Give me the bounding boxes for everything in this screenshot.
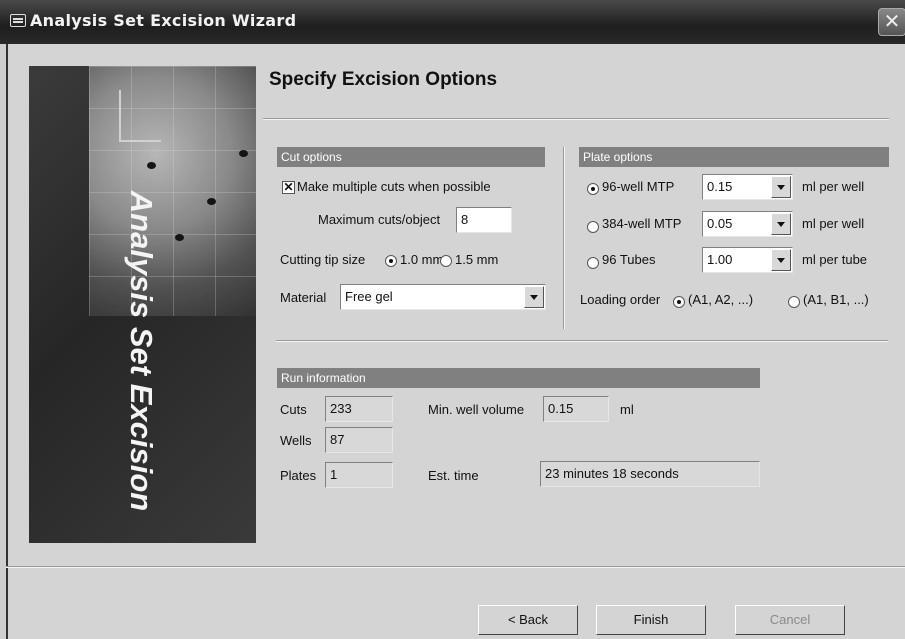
options-separator <box>563 147 565 329</box>
wells-label: Wells <box>280 433 312 448</box>
plate-96-well-value: 0.15 <box>707 179 733 194</box>
cancel-button[interactable]: Cancel <box>735 605 845 635</box>
plate-384-well-volume[interactable]: 0.05 <box>702 211 793 237</box>
plate-384-well-label: 384-well MTP <box>602 216 682 231</box>
loading-order-a1-b1-radio[interactable] <box>788 296 800 308</box>
max-cuts-label: Maximum cuts/object <box>318 212 441 227</box>
plates-value: 1 <box>325 462 393 488</box>
window-icon <box>10 14 26 27</box>
section-divider <box>276 340 888 342</box>
page-title: Specify Excision Options <box>269 69 498 90</box>
loading-order-a1-b1-label: (A1, B1, ...) <box>803 292 869 307</box>
min-well-volume-value: 0.15 <box>543 396 609 422</box>
plate-96-tubes-value: 1.00 <box>707 252 733 267</box>
chevron-down-icon[interactable] <box>771 213 791 235</box>
material-select[interactable]: Free gel <box>340 284 546 310</box>
title-bar: Analysis Set Excision Wizard ✕ <box>0 0 905 44</box>
plates-label: Plates <box>280 468 317 483</box>
loading-order-a1-a2-label: (A1, A2, ...) <box>688 292 754 307</box>
back-button[interactable]: < Back <box>478 605 578 635</box>
material-label: Material <box>280 290 327 305</box>
multiple-cuts-label: Make multiple cuts when possible <box>297 179 491 194</box>
cuts-value: 233 <box>325 396 393 422</box>
heading-divider <box>263 118 889 120</box>
gel-image <box>89 66 256 316</box>
banner-title: Analysis Set Excision <box>124 190 159 512</box>
cuts-label: Cuts <box>280 402 307 417</box>
tip-size-1-0-label: 1.0 mm <box>400 252 444 267</box>
chevron-down-icon[interactable] <box>524 286 544 308</box>
tip-size-1-0-radio[interactable] <box>385 255 397 267</box>
plate-96-tubes-volume[interactable]: 1.00 <box>702 247 793 273</box>
tip-size-1-5-label: 1.5 mm <box>455 252 499 267</box>
loading-order-label: Loading order <box>580 292 661 307</box>
plate-96-well-label: 96-well MTP <box>602 179 675 194</box>
plate-96-tubes-unit: ml per tube <box>802 252 868 267</box>
plate-384-well-unit: ml per well <box>802 216 865 231</box>
min-well-volume-unit: ml <box>620 402 634 417</box>
plate-96-tubes-label: 96 Tubes <box>602 252 656 267</box>
loading-order-a1-a2-radio[interactable] <box>673 296 685 308</box>
plate-96-well-radio[interactable] <box>587 183 599 195</box>
plate-384-well-radio[interactable] <box>587 221 599 233</box>
wizard-banner: Analysis Set Excision <box>29 66 256 543</box>
plate-96-well-volume[interactable]: 0.15 <box>702 174 793 200</box>
chevron-down-icon[interactable] <box>771 249 791 271</box>
window-title: Analysis Set Excision Wizard <box>30 11 297 30</box>
plate-384-well-value: 0.05 <box>707 216 733 231</box>
multiple-cuts-checkbox[interactable]: ✕ <box>282 181 295 194</box>
chevron-down-icon[interactable] <box>771 176 791 198</box>
max-cuts-input[interactable]: 8 <box>456 207 512 233</box>
wells-value: 87 <box>325 427 393 453</box>
est-time-label: Est. time <box>428 468 479 483</box>
plate-96-tubes-radio[interactable] <box>587 257 599 269</box>
tip-size-label: Cutting tip size <box>280 252 366 267</box>
footer-divider <box>6 566 905 568</box>
plate-options-header: Plate options <box>579 147 889 167</box>
material-value: Free gel <box>345 289 393 304</box>
est-time-value: 23 minutes 18 seconds <box>540 461 760 487</box>
run-info-header: Run information <box>277 368 760 388</box>
plate-96-well-unit: ml per well <box>802 179 865 194</box>
tip-size-1-5-radio[interactable] <box>440 255 452 267</box>
finish-button[interactable]: Finish <box>596 605 706 635</box>
cut-options-header: Cut options <box>277 147 545 167</box>
min-well-volume-label: Min. well volume <box>428 402 525 417</box>
close-button[interactable]: ✕ <box>878 8 905 36</box>
